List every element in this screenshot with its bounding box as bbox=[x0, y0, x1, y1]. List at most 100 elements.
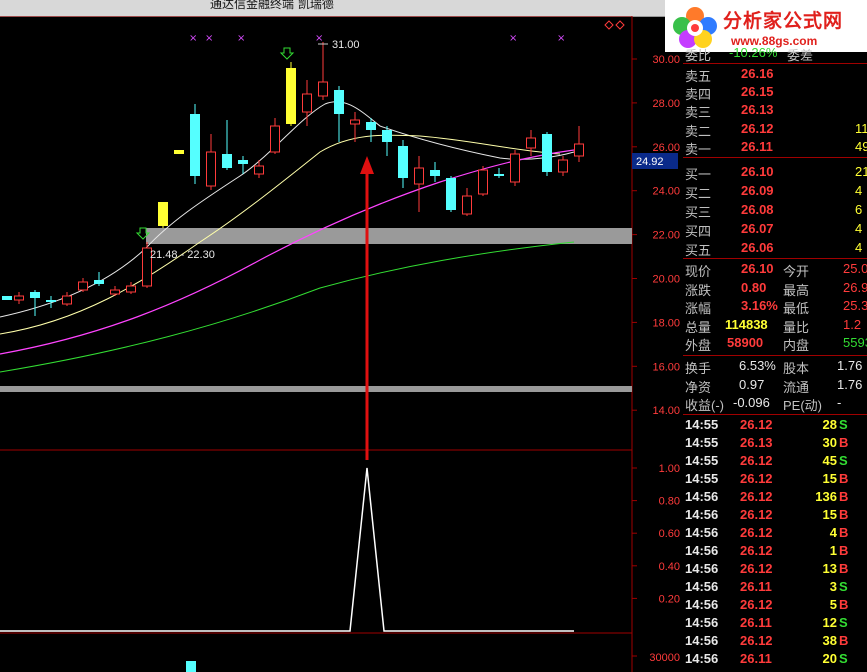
fundamental-label: 净资 bbox=[685, 379, 712, 395]
tick-price: 26.12 bbox=[740, 507, 773, 522]
tick-row[interactable]: 14:55 26.12 45 S bbox=[683, 452, 867, 470]
support-band-upper bbox=[146, 228, 632, 244]
tick-row[interactable]: 14:56 26.12 1 B bbox=[683, 542, 867, 560]
tick-row[interactable]: 14:55 26.12 28 S bbox=[683, 416, 867, 434]
fundamental-label: 换手 bbox=[685, 361, 712, 376]
tick-row[interactable]: 14:56 26.12 13 B bbox=[683, 560, 867, 578]
fundamental-value-2: - bbox=[837, 395, 842, 410]
ask-row[interactable]: 卖一 26.11 49 bbox=[683, 138, 867, 157]
range-price-label: 21.48 - 22.30 bbox=[150, 249, 215, 261]
ask-price: 26.15 bbox=[741, 84, 774, 100]
tick-time: 14:56 bbox=[685, 561, 719, 576]
fundamental-label-2: 流通 bbox=[783, 379, 810, 395]
tick-time: 14:55 bbox=[685, 471, 719, 486]
tick-row[interactable]: 14:55 26.12 15 B bbox=[683, 470, 867, 488]
title-bar: 通达信金融终端 凯瑞德 bbox=[0, 0, 665, 17]
candle-body-up bbox=[510, 153, 520, 183]
tick-row[interactable]: 14:56 26.11 12 S bbox=[683, 614, 867, 632]
ask-level-label: 卖三 bbox=[685, 105, 712, 121]
candle-body-down bbox=[46, 300, 56, 302]
candle-body-up bbox=[558, 159, 568, 173]
candle-body-down bbox=[542, 134, 552, 172]
tick-side: B bbox=[839, 435, 849, 450]
ask-row[interactable]: 卖四 26.15 bbox=[683, 83, 867, 103]
tick-price: 26.11 bbox=[740, 615, 772, 630]
volume-panel: 30000 bbox=[186, 652, 680, 672]
ask-row[interactable]: 卖五 26.16 bbox=[683, 65, 867, 84]
indicator-tick-label: 0.20 bbox=[659, 593, 680, 605]
window-title: 通达信金融终端 凯瑞德 bbox=[210, 0, 334, 11]
order-ratio-row: 委比 -10.26% 委差 bbox=[683, 44, 867, 63]
tick-volume: 28 bbox=[822, 417, 837, 432]
quote-label: 涨跌 bbox=[685, 282, 712, 298]
fundamental-value: 6.53% bbox=[739, 358, 776, 373]
bid-level-label: 买一 bbox=[685, 167, 712, 182]
tick-volume: 15 bbox=[822, 471, 837, 486]
tick-row[interactable]: 14:56 26.12 4 B bbox=[683, 524, 867, 542]
bid-row[interactable]: 买二 26.09 4 bbox=[683, 182, 867, 201]
fundamental-label-2: 股本 bbox=[783, 361, 810, 376]
tick-row[interactable]: 14:56 26.12 15 B bbox=[683, 506, 867, 524]
tick-time: 14:55 bbox=[685, 453, 719, 468]
bid-row[interactable]: 买一 26.10 21 bbox=[683, 163, 867, 182]
tick-row[interactable]: 14:56 26.12 136 B bbox=[683, 488, 867, 506]
ask-price: 26.16 bbox=[741, 66, 774, 81]
price-tick-label: 18.00 bbox=[652, 317, 680, 329]
tick-row[interactable]: 14:56 26.12 38 B bbox=[683, 632, 867, 650]
fundamental-label-2: PE(动) bbox=[783, 398, 823, 413]
candlesticks bbox=[2, 42, 584, 316]
fundamental-row: 净资 0.97 流通 1.76 bbox=[683, 376, 867, 395]
ask-price: 26.11 bbox=[741, 138, 773, 154]
candlestick-chart-area[interactable]: 30.00 28.00 26.00 24.00 22.00 20.00 18.00 16.00… bbox=[0, 16, 683, 672]
candle-body-down bbox=[190, 114, 200, 176]
price-tick-label: 14.00 bbox=[652, 405, 680, 417]
fundamental-label: 收益(-) bbox=[685, 398, 724, 413]
tick-volume: 3 bbox=[829, 579, 837, 594]
candle-body-down bbox=[222, 154, 232, 168]
quote-row: 总量 114838 量比 1.2 bbox=[683, 316, 867, 335]
candle-body-up bbox=[526, 137, 536, 149]
tick-time: 14:55 bbox=[685, 417, 719, 432]
candle-body-down bbox=[238, 160, 248, 164]
quote-label-2: 最高 bbox=[783, 282, 810, 298]
tick-price: 26.12 bbox=[740, 561, 773, 576]
quote-label-2: 今开 bbox=[783, 264, 810, 279]
bid-price: 26.09 bbox=[741, 183, 774, 198]
tick-row[interactable]: 14:56 26.11 3 S bbox=[683, 578, 867, 596]
price-tick-label: 26.00 bbox=[652, 142, 680, 154]
bid-price: 26.07 bbox=[741, 221, 774, 236]
candle-body-down bbox=[158, 202, 168, 226]
ask-level-label: 卖四 bbox=[685, 87, 712, 103]
tick-volume: 12 bbox=[822, 615, 837, 630]
candle-body-up bbox=[302, 93, 312, 113]
quote-label: 总量 bbox=[685, 319, 712, 335]
purple-x-marker: × bbox=[205, 33, 213, 44]
quote-label-2: 最低 bbox=[783, 301, 810, 317]
price-tick-label: 28.00 bbox=[652, 98, 680, 110]
bid-qty: 4 bbox=[855, 240, 863, 255]
ask-row[interactable]: 卖三 26.13 bbox=[683, 101, 867, 121]
candle-body-up bbox=[478, 169, 488, 195]
tick-price: 26.12 bbox=[740, 597, 773, 612]
bid-row[interactable]: 买四 26.07 4 bbox=[683, 220, 867, 239]
ask-row[interactable]: 卖二 26.12 11 bbox=[683, 120, 867, 139]
tick-volume: 30 bbox=[822, 435, 837, 450]
ma60-line bbox=[0, 241, 575, 373]
tick-row[interactable]: 14:56 26.12 5 B bbox=[683, 596, 867, 614]
candle-body-down bbox=[430, 170, 440, 176]
candle-body-down bbox=[174, 150, 184, 154]
tick-volume: 15 bbox=[822, 507, 837, 522]
tick-row[interactable]: 14:56 26.11 20 S bbox=[683, 650, 867, 668]
candle-body-up bbox=[318, 81, 328, 97]
bid-row[interactable]: 买三 26.08 6 bbox=[683, 201, 867, 220]
candle-body-up bbox=[126, 285, 136, 293]
chart-frame bbox=[0, 16, 633, 672]
ask-qty: 11 bbox=[855, 120, 867, 136]
tick-time: 14:56 bbox=[685, 543, 719, 558]
quote-value: 58900 bbox=[727, 335, 764, 351]
tick-row[interactable]: 14:55 26.13 30 B bbox=[683, 434, 867, 452]
candle-body-down bbox=[446, 178, 456, 210]
indicator-tick-label: 1.00 bbox=[659, 463, 680, 475]
bid-row[interactable]: 买五 26.06 4 bbox=[683, 239, 867, 258]
price-tick-label: 16.00 bbox=[652, 361, 680, 373]
